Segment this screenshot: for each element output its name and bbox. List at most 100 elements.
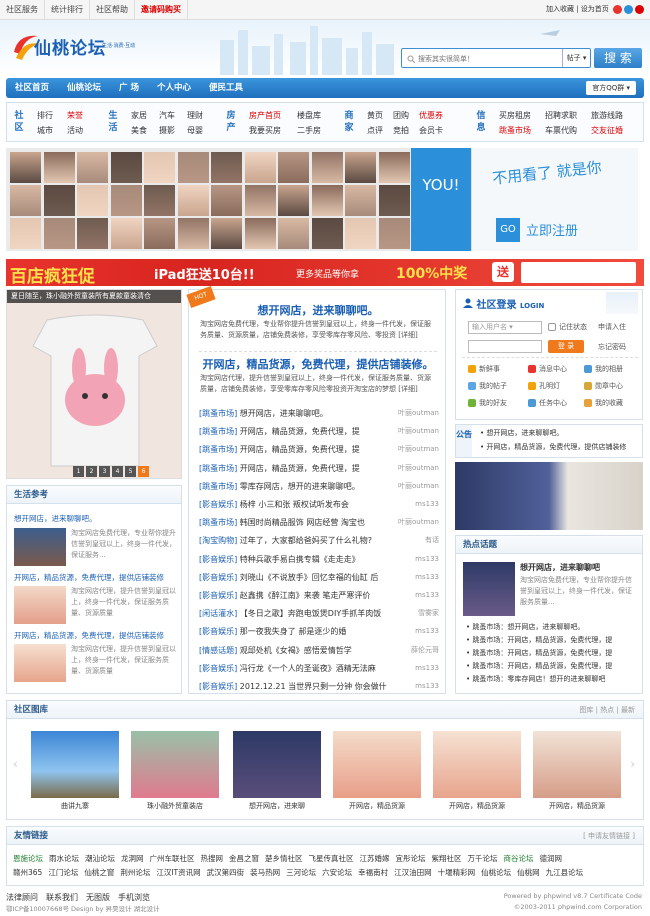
- rss-icon[interactable]: [635, 4, 644, 14]
- cat-link[interactable]: 美食: [131, 125, 147, 136]
- thread-title[interactable]: 2012.12.21 当世界只剩一分钟 你会做什: [240, 682, 387, 691]
- thread-author[interactable]: 叶丽outman: [395, 407, 439, 420]
- nav-profile[interactable]: 个人中心: [148, 78, 200, 98]
- hot-item[interactable]: • 跳蚤市场：想开网店，进来聊聊吧。: [466, 621, 638, 634]
- model-photo[interactable]: [455, 462, 643, 530]
- thread-category[interactable]: [影音娱乐]: [199, 500, 237, 509]
- friend-link[interactable]: 十堰精彩网: [438, 868, 476, 877]
- thread-row[interactable]: [跳蚤市场] 想开网店，进来聊聊吧。 叶丽outman: [199, 407, 439, 420]
- member-avatar[interactable]: [311, 152, 343, 183]
- friend-link[interactable]: 幸福南村: [358, 868, 388, 877]
- photo-page-6[interactable]: 6: [138, 466, 149, 477]
- quick-album[interactable]: 我的相册: [584, 364, 623, 374]
- thread-row[interactable]: [影音娱乐] 2012.12.21 当世界只剩一分钟 你会做什 ms133: [199, 680, 439, 693]
- friend-link[interactable]: 仙桃论坛: [481, 868, 511, 877]
- hot-headline[interactable]: 想开网店，进来聊聊吧: [520, 562, 600, 573]
- friend-link[interactable]: 六安论坛: [322, 868, 352, 877]
- qq-group-dropdown[interactable]: 官方QQ群 ▾: [586, 81, 636, 95]
- life-link[interactable]: 开网店，精品货源，免费代理，提供店铺装修: [14, 572, 164, 583]
- thread-category[interactable]: [情感话题]: [199, 646, 237, 655]
- cat-link[interactable]: 我要买房: [249, 125, 281, 136]
- thread-author[interactable]: ms133: [413, 625, 439, 639]
- thread-author[interactable]: ms133: [413, 680, 439, 693]
- member-avatar[interactable]: [244, 185, 276, 216]
- thread-title[interactable]: 韩国时尚精品服饰 网店经营 淘宝也: [240, 518, 365, 527]
- thread-title[interactable]: 开网店，精品货源，免费代理，提: [240, 445, 360, 454]
- thread-row[interactable]: [影音娱乐] 那一夜我失身了 郝是逐少的婚 ms133: [199, 625, 439, 639]
- friend-link[interactable]: 武汉第四街: [207, 868, 245, 877]
- thread-category[interactable]: [影音娱乐]: [199, 555, 237, 564]
- bookmark-link[interactable]: 加入收藏 | 设为首页: [546, 5, 609, 13]
- cat-link[interactable]: 竞拍: [393, 125, 409, 136]
- footer-link-lite[interactable]: 无图版: [86, 893, 110, 902]
- member-avatar[interactable]: [144, 152, 175, 183]
- thread-author[interactable]: 叶丽outman: [395, 461, 439, 475]
- cat-link[interactable]: 点评: [367, 125, 383, 136]
- member-avatar[interactable]: [144, 185, 175, 216]
- cat-link[interactable]: 交友征婚: [591, 125, 623, 136]
- cat-link[interactable]: 汽车: [159, 110, 175, 121]
- member-avatar[interactable]: [110, 185, 142, 216]
- member-avatar[interactable]: [77, 185, 108, 216]
- thread-author[interactable]: ms133: [413, 589, 439, 602]
- thread-category[interactable]: [影音娱乐]: [199, 664, 237, 673]
- logo[interactable]: 仙桃论坛 生活·消费·互动: [10, 28, 160, 68]
- gallery-next-icon[interactable]: ›: [630, 757, 635, 771]
- friend-link[interactable]: 龙洞网: [121, 854, 144, 863]
- member-avatar[interactable]: [10, 185, 41, 216]
- thread-title[interactable]: 赵鑫携《醉江南》来袭 笔走严寒评价: [240, 591, 371, 600]
- member-avatar[interactable]: [345, 152, 376, 183]
- nav-tools[interactable]: 便民工具: [200, 78, 252, 98]
- friend-link[interactable]: 九江县论坛: [546, 868, 584, 877]
- thread-category[interactable]: [影音娱乐]: [199, 627, 237, 636]
- member-avatar[interactable]: [110, 218, 142, 249]
- hot-item[interactable]: • 跳蚤市场：开网店，精品货源，免费代理，提: [466, 660, 638, 673]
- join-ad[interactable]: 不用看了 就是你 GO 立即注册: [471, 148, 638, 251]
- thread-title[interactable]: 冯行龙《一个人的圣诞夜》酒精无法麻: [240, 664, 376, 673]
- quick-medals[interactable]: 勋章中心: [584, 381, 623, 391]
- thread-title[interactable]: 零库存网店，想开的进来聊聊吧。: [240, 482, 360, 491]
- thread-row[interactable]: [跳蚤市场] 开网店，精品货源，免费代理，提 叶丽outman: [199, 461, 439, 475]
- hot-thumb[interactable]: [463, 562, 515, 616]
- gallery-caption[interactable]: 开网店，精品货源: [433, 801, 521, 811]
- thread-row[interactable]: [影音娱乐] 杨梓 小三和张 叛权试听发布会 ms133: [199, 498, 439, 511]
- member-avatar[interactable]: [345, 218, 376, 249]
- thread-author[interactable]: ms133: [413, 552, 439, 566]
- member-avatar[interactable]: [278, 218, 309, 249]
- headline-2[interactable]: 开网店，精品货源，免费代理，提供店铺装修。: [189, 356, 447, 372]
- gallery-image[interactable]: [131, 731, 219, 798]
- cat-link[interactable]: 活动: [67, 125, 83, 136]
- friend-link[interactable]: 飞星传真社区: [309, 854, 354, 863]
- gallery-image[interactable]: [31, 731, 119, 798]
- member-avatar[interactable]: [77, 218, 108, 249]
- thread-title[interactable]: 杨梓 小三和张 叛权试听发布会: [240, 500, 349, 509]
- username-input[interactable]: 输入用户名 ▾: [468, 321, 542, 334]
- thread-category[interactable]: [跳蚤市场]: [199, 464, 237, 473]
- quick-favorites[interactable]: 我的收藏: [584, 398, 623, 408]
- member-avatar[interactable]: [378, 152, 410, 183]
- thread-category[interactable]: [影音娱乐]: [199, 573, 237, 582]
- member-avatar[interactable]: [177, 218, 209, 249]
- quick-tasks[interactable]: 任务中心: [528, 398, 567, 408]
- thread-row[interactable]: [影音娱乐] 赵鑫携《醉江南》来袭 笔走严寒评价 ms133: [199, 589, 439, 602]
- thread-row[interactable]: [影音娱乐] 特种兵歌手易白携专辑《走走走》 ms133: [199, 552, 439, 566]
- thread-row[interactable]: [跳蚤市场] 开网店，精品货源，免费代理，提 叶丽outman: [199, 425, 439, 439]
- go-button[interactable]: GO: [496, 218, 520, 242]
- thread-author[interactable]: 薛伦元哥: [409, 643, 439, 657]
- member-avatar[interactable]: [211, 152, 242, 183]
- member-avatar[interactable]: [244, 152, 276, 183]
- hot-item[interactable]: • 跳蚤市场：零库存网店！想开的进来聊聊吧: [466, 673, 638, 686]
- topbar-invite[interactable]: 邀请码购买: [135, 0, 188, 19]
- gallery-caption[interactable]: 开网店，精品货源: [333, 801, 421, 811]
- gallery-image[interactable]: [533, 731, 621, 798]
- quick-news[interactable]: 新鲜事: [468, 364, 500, 374]
- cat-link[interactable]: 旅游线路: [591, 110, 623, 121]
- register-link[interactable]: 立即注册: [526, 220, 578, 239]
- thread-title[interactable]: 观邱处机《女褐》感悟爱情哲学: [240, 646, 352, 655]
- cat-link[interactable]: 招聘求职: [545, 110, 577, 121]
- thread-author[interactable]: 有话: [423, 534, 439, 548]
- cat-link[interactable]: 黄页: [367, 110, 383, 121]
- member-avatar[interactable]: [77, 152, 108, 183]
- quick-messages[interactable]: 消息中心: [528, 364, 567, 374]
- thread-row[interactable]: [影音娱乐] 冯行龙《一个人的圣诞夜》酒精无法麻 ms133: [199, 661, 439, 675]
